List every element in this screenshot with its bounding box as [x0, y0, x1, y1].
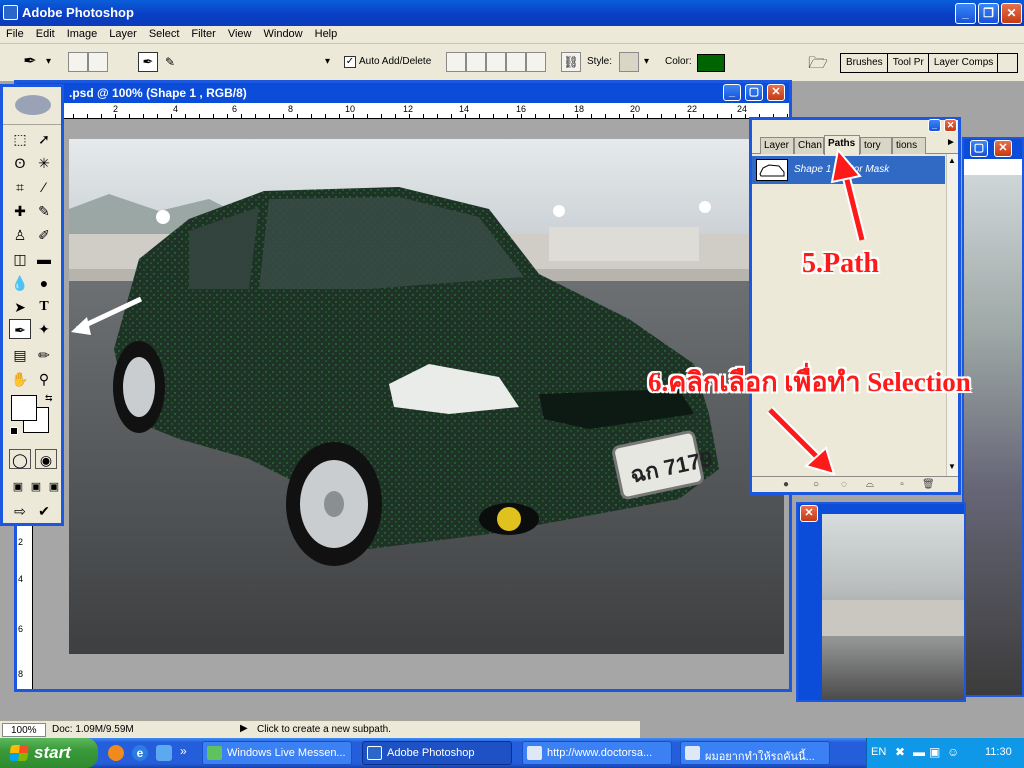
status-hint: Click to create a new subpath.: [257, 724, 391, 735]
internet-explorer-icon[interactable]: e: [132, 745, 148, 761]
tray-messenger-icon[interactable]: ☺: [947, 745, 959, 759]
browser-icon: [685, 746, 700, 760]
start-label: start: [34, 743, 71, 762]
taskbar-item-label: Windows Live Messen...: [227, 747, 346, 759]
step5-annotation: 5.Path: [802, 248, 879, 279]
tray-network-icon[interactable]: ▬: [913, 745, 925, 759]
app-window: Adobe Photoshop _ ❐ ✕ File Edit Image La…: [0, 0, 1024, 768]
clock[interactable]: 11:30: [985, 746, 1012, 758]
taskbar-item-browser-2[interactable]: ผมอยากทำให้รถคันนี้...: [680, 741, 830, 765]
quicklaunch-icon[interactable]: [156, 745, 172, 761]
tray-monitor-icon[interactable]: ▣: [929, 745, 940, 759]
taskbar-item-photoshop[interactable]: Adobe Photoshop: [362, 741, 512, 765]
browser-icon: [527, 746, 542, 760]
system-tray: EN ✖ ▬ ▣ ☺ 11:30: [866, 738, 1024, 768]
taskbar-item-messenger[interactable]: Windows Live Messen...: [202, 741, 352, 765]
tray-app-icon[interactable]: ✖: [895, 745, 905, 759]
taskbar-item-label: ผมอยากทำให้รถคันนี้...: [705, 751, 815, 763]
step6-annotation: 6.คลิกเลือก เพื่อทำ Selection: [648, 367, 971, 397]
photoshop-icon: [367, 746, 382, 760]
play-icon[interactable]: ▶: [240, 723, 248, 734]
quicklaunch-expand-icon[interactable]: »: [180, 744, 187, 758]
zoom-field[interactable]: 100%: [2, 723, 46, 737]
taskbar-item-label: Adobe Photoshop: [387, 747, 475, 759]
doc-size-info[interactable]: Doc: 1.09M/9.59M: [52, 724, 134, 735]
firefox-icon[interactable]: [108, 745, 124, 761]
start-button[interactable]: start: [0, 738, 98, 768]
taskbar: start e » Windows Live Messen... Adobe P…: [0, 738, 1024, 768]
language-indicator[interactable]: EN: [871, 746, 886, 758]
windows-logo-icon: [9, 745, 29, 761]
status-bar: 100% Doc: 1.09M/9.59M ▶ Click to create …: [0, 720, 640, 738]
messenger-icon: [207, 746, 222, 760]
taskbar-item-browser[interactable]: http://www.doctorsa...: [522, 741, 672, 765]
taskbar-item-label: http://www.doctorsa...: [547, 747, 653, 759]
